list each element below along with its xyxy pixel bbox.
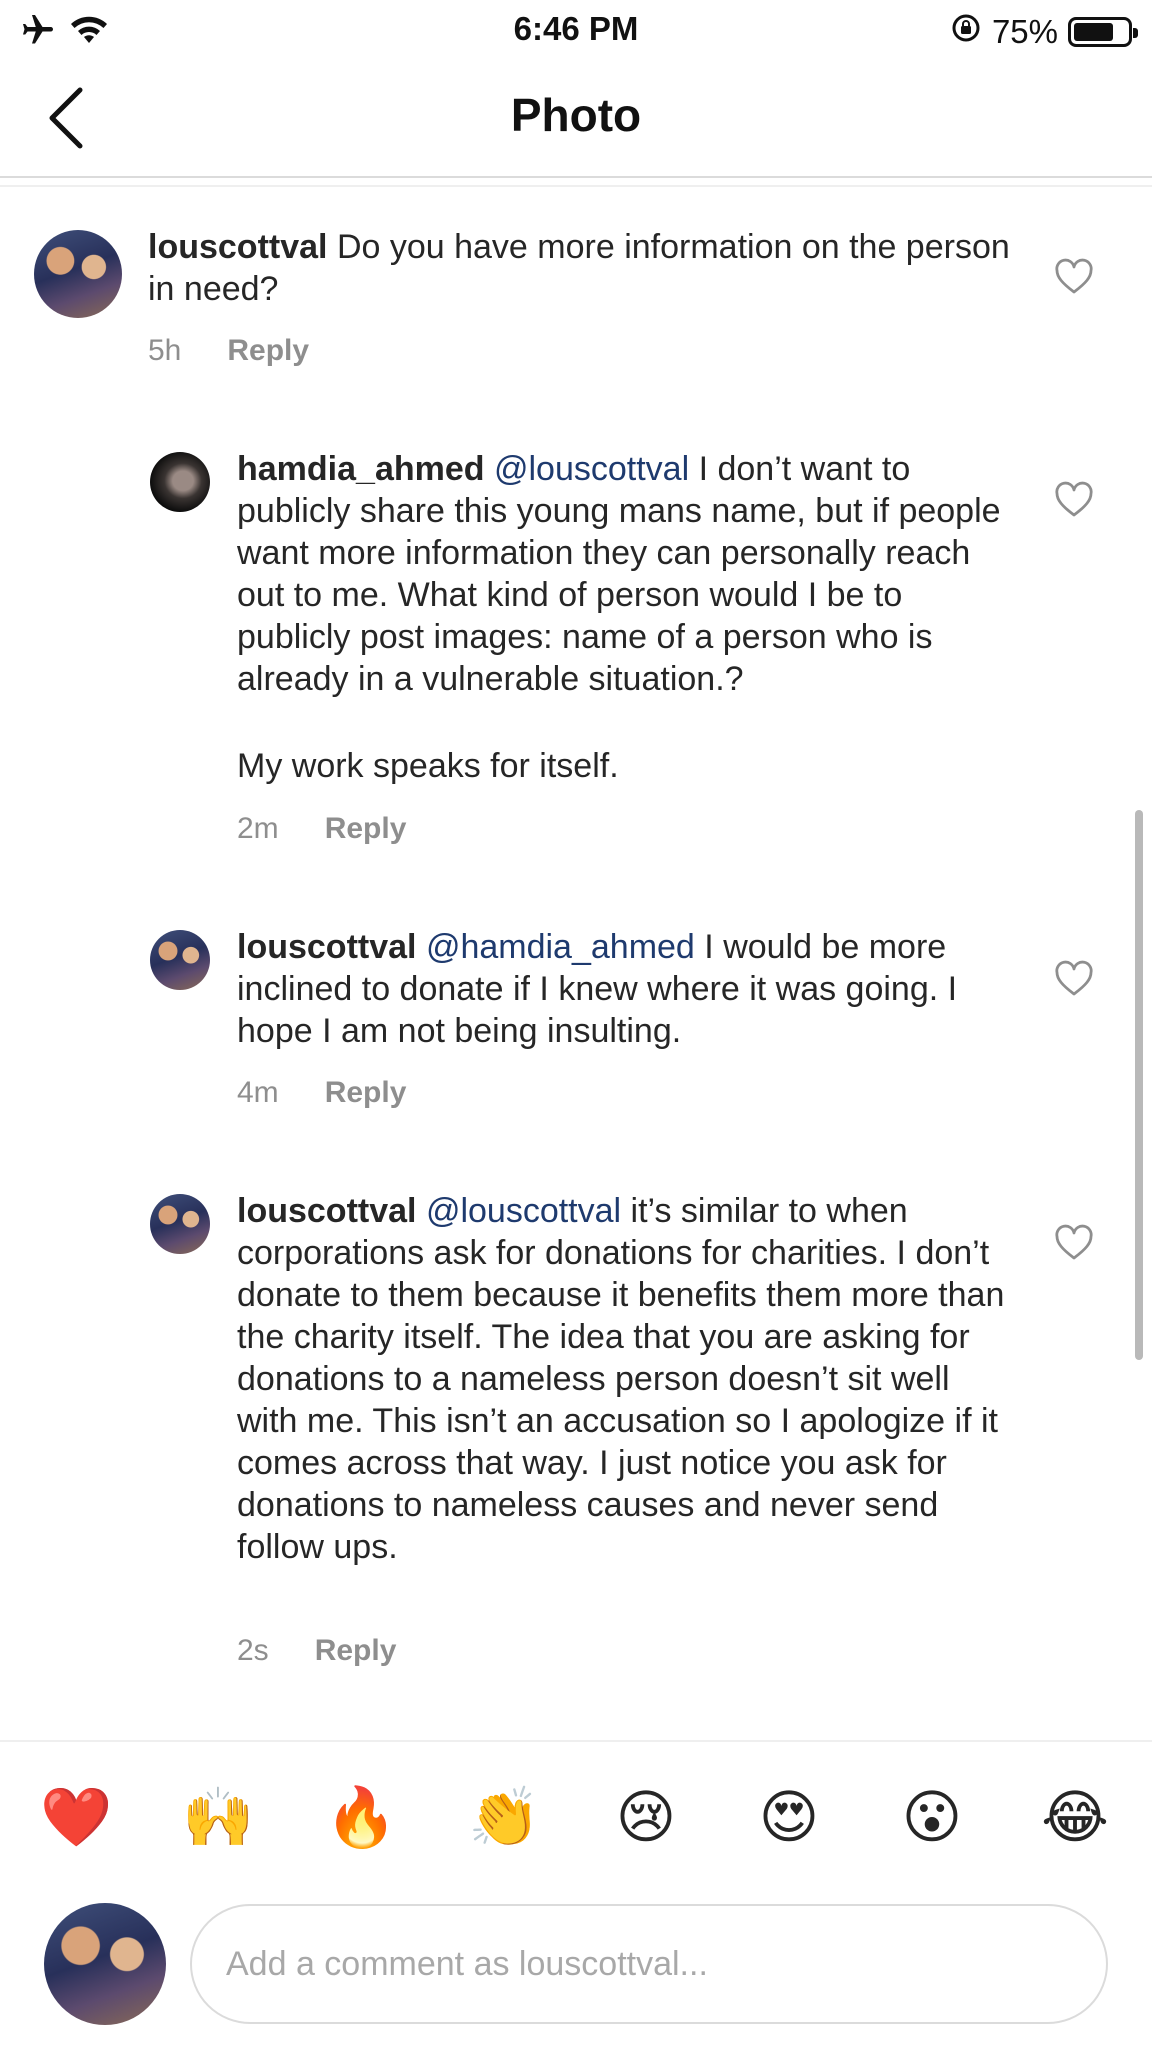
battery-icon bbox=[1068, 17, 1138, 47]
comment-username[interactable]: hamdia_ahmed bbox=[237, 450, 485, 488]
reply-button[interactable]: Reply bbox=[325, 812, 407, 846]
comment-message: it’s similar to when corporations ask fo… bbox=[237, 1192, 1005, 1566]
comment-mention[interactable]: @hamdia_ahmed bbox=[426, 928, 695, 966]
emoji-heart-button[interactable]: ❤️ bbox=[40, 1782, 112, 1852]
navigation-header: Photo bbox=[0, 58, 1152, 178]
scrollbar[interactable] bbox=[1135, 810, 1143, 1360]
reply-button[interactable]: Reply bbox=[315, 1634, 397, 1668]
composer-avatar bbox=[44, 1903, 166, 2025]
heart-icon[interactable] bbox=[1054, 258, 1094, 298]
emoji-heart-eyes-button[interactable]: 😍 bbox=[754, 1782, 824, 1852]
header-divider bbox=[0, 185, 1152, 187]
battery-percent: 75% bbox=[991, 13, 1058, 50]
comment-text: louscottval @louscottval it’s similar to… bbox=[237, 1190, 1007, 1568]
comment-text: louscottval Do you have more information… bbox=[148, 226, 1028, 310]
comment-meta: 2s Reply bbox=[237, 1634, 396, 1668]
heart-icon[interactable] bbox=[1054, 481, 1094, 521]
comment-mention[interactable]: @louscottval bbox=[426, 1192, 621, 1230]
comment-extra-line: My work speaks for itself. bbox=[237, 747, 619, 785]
avatar[interactable] bbox=[34, 230, 122, 318]
comment-mention[interactable]: @louscottval bbox=[494, 450, 689, 488]
emoji-surprised-button[interactable]: 😮 bbox=[897, 1782, 967, 1852]
comment-meta: 4m Reply bbox=[237, 1076, 406, 1110]
emoji-laughing-button[interactable]: 😂 bbox=[1040, 1782, 1110, 1852]
emoji-crying-button[interactable]: 😢 bbox=[611, 1782, 681, 1852]
avatar[interactable] bbox=[150, 1194, 210, 1254]
status-right: 75% bbox=[950, 12, 1138, 52]
comment-time: 5h bbox=[148, 334, 182, 367]
status-bar: 6:46 PM 75% bbox=[0, 0, 1152, 58]
comment-meta: 2m Reply bbox=[237, 812, 406, 846]
avatar[interactable] bbox=[150, 452, 210, 512]
emoji-raised-hands-button[interactable]: 🙌 bbox=[182, 1782, 254, 1852]
comment-input[interactable] bbox=[190, 1904, 1108, 2024]
emoji-quick-bar: ❤️ 🙌 🔥 👏 😢 😍 😮 😂 bbox=[0, 1740, 1152, 1890]
emoji-clap-button[interactable]: 👏 bbox=[468, 1782, 540, 1852]
battery-fill bbox=[1074, 23, 1113, 41]
avatar[interactable] bbox=[150, 930, 210, 990]
comment-meta: 5h Reply bbox=[148, 334, 309, 368]
comment-username[interactable]: louscottval bbox=[148, 228, 327, 266]
emoji-fire-button[interactable]: 🔥 bbox=[325, 1782, 397, 1852]
comment-time: 2s bbox=[237, 1634, 269, 1667]
comment-time: 2m bbox=[237, 812, 279, 845]
reply-button[interactable]: Reply bbox=[227, 334, 309, 368]
reply-button[interactable]: Reply bbox=[325, 1076, 407, 1110]
comment-username[interactable]: louscottval bbox=[237, 1192, 416, 1230]
comment-text: louscottval @hamdia_ahmed I would be mor… bbox=[237, 926, 1007, 1052]
page-title: Photo bbox=[510, 89, 642, 141]
comment-time: 4m bbox=[237, 1076, 279, 1109]
comment-username[interactable]: louscottval bbox=[237, 928, 416, 966]
orientation-lock-icon bbox=[950, 12, 982, 52]
comment-text: hamdia_ahmed @louscottval I don’t want t… bbox=[237, 448, 1007, 700]
heart-icon[interactable] bbox=[1054, 1224, 1094, 1264]
heart-icon[interactable] bbox=[1054, 960, 1094, 1000]
